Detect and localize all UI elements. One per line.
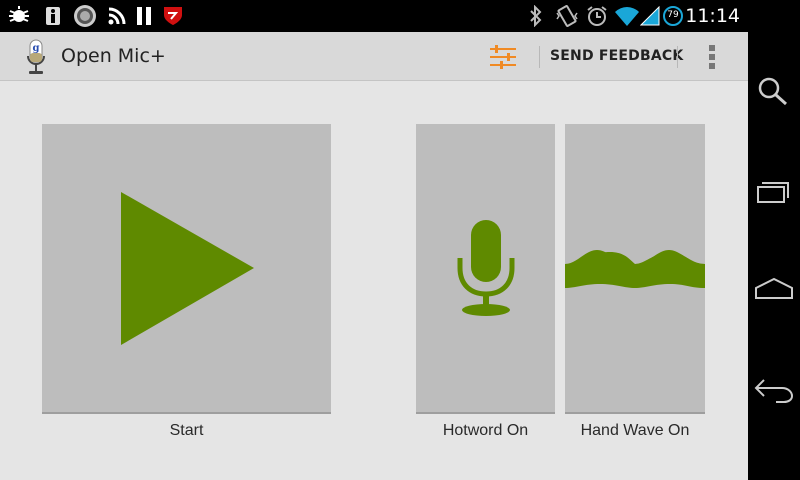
wave-icon (565, 250, 705, 288)
play-icon (121, 192, 254, 345)
pause-icon (137, 7, 151, 25)
more-vertical-icon[interactable] (705, 42, 719, 72)
hand-wave-label: Hand Wave On (580, 422, 690, 439)
hotword-tile[interactable] (416, 124, 555, 414)
send-feedback-button[interactable]: SEND FEEDBACK (550, 48, 683, 64)
action-bar: g Open Mic+ SEND FEEDBACK (0, 32, 748, 81)
alarm-icon (587, 6, 607, 26)
svg-text:g: g (33, 43, 40, 54)
bug-icon (9, 6, 29, 22)
microphone-logo-icon[interactable]: g (24, 38, 48, 76)
bluetooth-icon (530, 5, 542, 27)
sliders-icon[interactable] (488, 44, 518, 70)
signal-icon (640, 6, 660, 26)
vibrate-icon (556, 5, 578, 27)
start-label: Start (169, 422, 204, 439)
status-clock: 11:14 (685, 5, 740, 27)
hand-wave-tile[interactable] (565, 124, 705, 414)
shield-icon (164, 7, 182, 25)
app-title: Open Mic+ (61, 45, 166, 67)
app-content: g Open Mic+ SEND FEEDBACK Start Hotword … (0, 32, 748, 480)
hotword-label: Hotword On (442, 422, 529, 439)
recent-apps-icon[interactable] (748, 176, 800, 206)
action-divider (677, 46, 678, 68)
wifi-icon (615, 7, 639, 26)
microphone-icon (457, 220, 515, 316)
battery-level: 79 (667, 10, 679, 20)
back-icon[interactable] (748, 374, 800, 404)
rss-icon (108, 7, 126, 25)
home-icon[interactable] (748, 276, 800, 302)
action-divider (539, 46, 540, 68)
battery-icon: 79 (663, 6, 683, 26)
info-icon (46, 7, 60, 25)
navigation-bar (748, 0, 800, 480)
status-bar: 79 11:14 (0, 0, 748, 32)
search-icon[interactable] (748, 74, 800, 108)
seal-icon (74, 5, 96, 27)
start-tile[interactable] (42, 124, 331, 414)
